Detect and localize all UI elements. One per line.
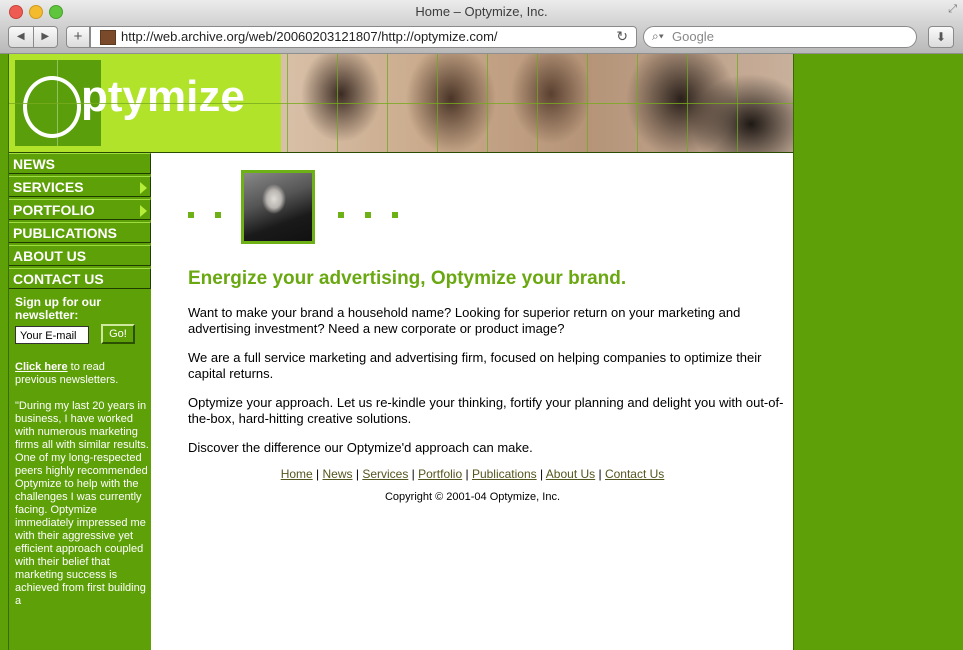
intro-paragraph: Want to make your brand a household name… bbox=[188, 305, 741, 336]
logo-o-ring bbox=[23, 76, 81, 138]
fullscreen-icon[interactable]: ⤢ bbox=[948, 3, 957, 16]
add-bookmark-button[interactable]: + bbox=[66, 26, 90, 48]
sidebar: NEWS SERVICES PORTFOLIO PUBLICATIONS ABO… bbox=[9, 153, 151, 650]
forward-button[interactable]: ▶ bbox=[34, 27, 58, 47]
footer-link-news[interactable]: News bbox=[323, 467, 353, 481]
footer-link-contact-us[interactable]: Contact Us bbox=[605, 467, 664, 481]
nav-contact-us[interactable]: CONTACT US bbox=[9, 268, 151, 289]
search-placeholder: Google bbox=[672, 29, 714, 44]
nav-publications[interactable]: PUBLICATIONS bbox=[9, 222, 151, 243]
window-titlebar: Home – Optymize, Inc. ⤢ bbox=[0, 0, 963, 23]
footer-link-about-us[interactable]: About Us bbox=[546, 467, 595, 481]
browser-toolbar: ◀ ▶ + http://web.archive.org/web/2006020… bbox=[0, 22, 963, 54]
arrow-right-icon bbox=[140, 182, 147, 194]
services-paragraph: We are a full service marketing and adve… bbox=[188, 350, 762, 381]
nav-services[interactable]: SERVICES bbox=[9, 176, 151, 197]
nav-news[interactable]: NEWS bbox=[9, 153, 151, 174]
reload-icon[interactable]: ↻ bbox=[616, 28, 628, 45]
nav-label: PUBLICATIONS bbox=[13, 225, 117, 241]
main-content: Energize your advertising, Optymize your… bbox=[152, 153, 793, 650]
newsletter-go-button[interactable]: Go! bbox=[101, 324, 135, 344]
back-button[interactable]: ◀ bbox=[9, 27, 34, 47]
web-page: ptymize NEWS SERVICES PORTFOLIO PUBLICAT… bbox=[8, 54, 794, 650]
footer-link-home[interactable]: Home bbox=[281, 467, 313, 481]
url-text[interactable]: http://web.archive.org/web/2006020312180… bbox=[121, 29, 498, 44]
banner-grid-line bbox=[9, 103, 793, 104]
copyright-text: Copyright © 2001-04 Optymize, Inc. bbox=[384, 491, 561, 503]
businessman-photo bbox=[241, 170, 315, 244]
newsletter-email-input[interactable]: Your E-mail bbox=[15, 326, 89, 344]
footer-link-services[interactable]: Services bbox=[362, 467, 408, 481]
click-here-link[interactable]: Click here bbox=[15, 361, 68, 373]
favicon-icon bbox=[100, 30, 116, 45]
nav-label: ABOUT US bbox=[13, 248, 87, 264]
arrow-right-icon bbox=[140, 205, 147, 217]
nav-about-us[interactable]: ABOUT US bbox=[9, 245, 151, 266]
page-headline: Energize your advertising, Optymize your… bbox=[188, 268, 627, 289]
address-bar[interactable]: http://web.archive.org/web/2006020312180… bbox=[90, 26, 637, 48]
downloads-button[interactable]: ⬇ bbox=[928, 26, 954, 48]
nav-portfolio[interactable]: PORTFOLIO bbox=[9, 199, 151, 220]
footer-links: Home | News | Services | Portfolio | Pub… bbox=[280, 467, 665, 481]
site-banner: ptymize bbox=[9, 54, 793, 153]
footer-link-portfolio[interactable]: Portfolio bbox=[418, 467, 462, 481]
decorative-dots-left bbox=[188, 205, 242, 223]
logo-text: ptymize bbox=[81, 72, 245, 121]
nav-label: SERVICES bbox=[13, 179, 84, 195]
back-forward-buttons: ◀ ▶ bbox=[8, 26, 58, 48]
testimonial-text: "During my last 20 years in business, I … bbox=[15, 400, 149, 607]
discover-paragraph: Discover the difference our Optymize'd a… bbox=[188, 440, 533, 455]
footer-link-publications[interactable]: Publications bbox=[472, 467, 537, 481]
search-field[interactable]: ⌕▾ Google bbox=[643, 26, 917, 48]
nav-label: PORTFOLIO bbox=[13, 202, 95, 218]
newsletter-heading: Sign up for our newsletter: bbox=[15, 295, 101, 322]
nav-label: CONTACT US bbox=[13, 271, 104, 287]
window-title: Home – Optymize, Inc. bbox=[415, 4, 548, 19]
nav-label: NEWS bbox=[13, 156, 55, 172]
decorative-dots-right bbox=[338, 205, 419, 223]
search-icon: ⌕▾ bbox=[652, 29, 664, 43]
previous-newsletters-text: Click here to read previous newsletters. bbox=[15, 361, 147, 387]
approach-paragraph: Optymize your approach. Let us re-kindle… bbox=[188, 395, 784, 426]
